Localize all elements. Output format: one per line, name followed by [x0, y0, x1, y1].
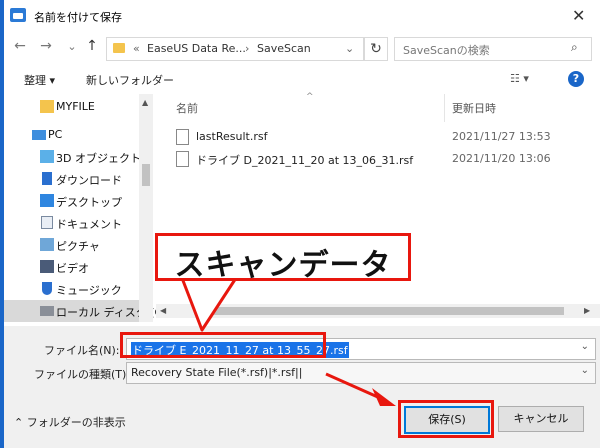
arrow-shaft — [325, 372, 381, 400]
callout-text: スキャンデータ — [174, 248, 392, 283]
scan-data-callout: スキャンデータ — [155, 233, 411, 283]
annotation-arrows — [180, 276, 396, 406]
callout-pointer — [180, 276, 238, 332]
save-as-dialog: 名前を付けて保存 ✕ ← → ⌄ ↑ « EaseUS Data Re... ›… — [4, 0, 600, 448]
